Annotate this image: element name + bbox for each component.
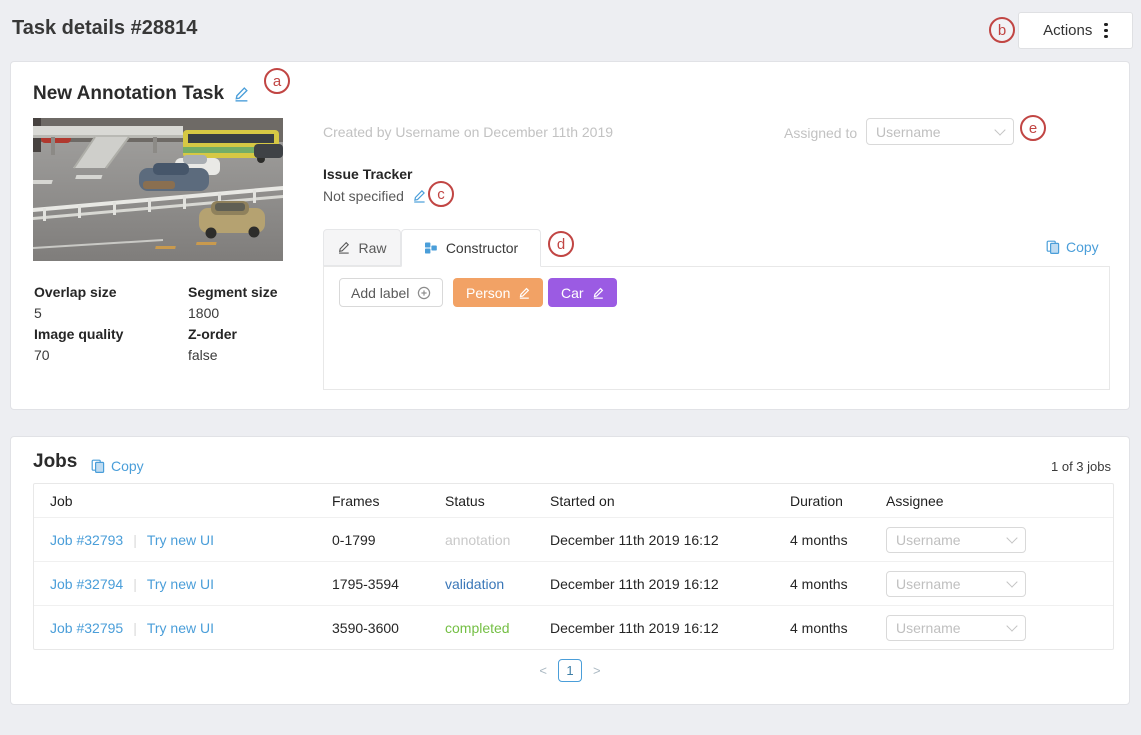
job-started-on: December 11th 2019 16:12 (550, 620, 790, 636)
job-link[interactable]: Job #32794 (50, 576, 123, 592)
annotation-a: a (264, 68, 290, 94)
add-label-button-label: Add label (351, 285, 409, 301)
job-link[interactable]: Job #32795 (50, 620, 123, 636)
col-frames: Frames (332, 493, 445, 509)
job-link-separator: | (133, 576, 137, 592)
job-link-separator: | (133, 532, 137, 548)
chevron-down-icon (1006, 576, 1017, 587)
tab-raw-label: Raw (358, 240, 386, 256)
overlap-size-value: 5 (34, 305, 42, 321)
z-order-label: Z-order (188, 326, 237, 342)
job-assignee-value: Username (896, 576, 961, 592)
job-link-separator: | (133, 620, 137, 636)
annotation-b: b (989, 17, 1015, 43)
job-assignee-value: Username (896, 620, 961, 636)
col-duration: Duration (790, 493, 886, 509)
jobs-table: Job Frames Status Started on Duration As… (33, 483, 1114, 650)
job-frames: 1795-3594 (332, 576, 445, 592)
image-quality-label: Image quality (34, 326, 123, 342)
jobs-count: 1 of 3 jobs (1051, 459, 1111, 474)
vertical-ellipsis-icon (1104, 23, 1108, 39)
assigned-to-label: Assigned to (784, 125, 857, 141)
edit-task-name-icon[interactable] (233, 86, 249, 102)
copy-icon (91, 459, 105, 473)
job-assignee-select[interactable]: Username (886, 527, 1026, 553)
job-started-on: December 11th 2019 16:12 (550, 532, 790, 548)
job-status: annotation (445, 532, 550, 548)
issue-tracker-label: Issue Tracker (323, 166, 413, 182)
job-assignee-value: Username (896, 532, 961, 548)
job-assignee-select[interactable]: Username (886, 571, 1026, 597)
task-name: New Annotation Task (33, 83, 224, 105)
job-duration: 4 months (790, 576, 886, 592)
pagination-next-button[interactable]: > (593, 663, 601, 678)
annotation-c: c (428, 181, 454, 207)
try-new-ui-link[interactable]: Try new UI (147, 576, 214, 592)
plus-circle-icon (417, 286, 431, 300)
col-started-on: Started on (550, 493, 790, 509)
jobs-title: Jobs (33, 451, 77, 473)
copy-jobs-label: Copy (111, 458, 144, 474)
pagination-prev-button[interactable]: < (539, 663, 547, 678)
col-status: Status (445, 493, 550, 509)
job-assignee-select[interactable]: Username (886, 615, 1026, 641)
label-person-name: Person (466, 285, 510, 301)
build-blocks-icon (424, 241, 438, 255)
job-frames: 3590-3600 (332, 620, 445, 636)
label-tag-person[interactable]: Person (453, 278, 543, 307)
job-duration: 4 months (790, 620, 886, 636)
jobs-card: Jobs Copy 1 of 3 jobs Job Frames Status … (10, 436, 1130, 705)
copy-labels-label: Copy (1066, 239, 1099, 255)
task-assignee-value: Username (876, 124, 941, 140)
try-new-ui-link[interactable]: Try new UI (147, 532, 214, 548)
tab-constructor[interactable]: Constructor (401, 229, 541, 267)
z-order-value: false (188, 347, 218, 363)
col-job: Job (50, 493, 332, 509)
task-assignee-select[interactable]: Username (866, 118, 1014, 145)
job-row: Job #32794 | Try new UI 1795-3594 valida… (34, 561, 1113, 605)
job-status: validation (445, 576, 550, 592)
edit-issue-tracker-icon[interactable] (412, 189, 426, 203)
image-quality-value: 70 (34, 347, 50, 363)
job-link[interactable]: Job #32793 (50, 532, 123, 548)
job-started-on: December 11th 2019 16:12 (550, 576, 790, 592)
segment-size-value: 1800 (188, 305, 219, 321)
copy-icon (1046, 240, 1060, 254)
copy-jobs-link[interactable]: Copy (91, 458, 144, 474)
chevron-down-icon (994, 124, 1005, 135)
task-preview-image (33, 118, 283, 261)
jobs-pagination: < 1 > (11, 659, 1129, 682)
actions-button-label: Actions (1043, 22, 1092, 39)
tab-constructor-label: Constructor (446, 240, 518, 256)
page-title: Task details #28814 (12, 17, 197, 40)
jobs-table-header: Job Frames Status Started on Duration As… (34, 484, 1113, 517)
traffic-scene-illustration (33, 118, 283, 261)
pagination-page-1[interactable]: 1 (558, 659, 582, 682)
job-row: Job #32795 | Try new UI 3590-3600 comple… (34, 605, 1113, 649)
edit-label-icon (518, 287, 530, 299)
try-new-ui-link[interactable]: Try new UI (147, 620, 214, 636)
col-assignee: Assignee (886, 493, 1113, 509)
label-car-name: Car (561, 285, 584, 301)
actions-button[interactable]: Actions (1018, 12, 1133, 49)
issue-tracker-value: Not specified (323, 188, 404, 204)
tab-raw[interactable]: Raw (323, 229, 401, 266)
job-status: completed (445, 620, 550, 636)
job-frames: 0-1799 (332, 532, 445, 548)
segment-size-label: Segment size (188, 284, 277, 300)
chevron-down-icon (1006, 620, 1017, 631)
annotation-e: e (1020, 115, 1046, 141)
pencil-icon (337, 241, 350, 254)
copy-labels-link[interactable]: Copy (1046, 239, 1099, 255)
annotation-d: d (548, 231, 574, 257)
edit-label-icon (592, 287, 604, 299)
created-by-text: Created by Username on December 11th 201… (323, 124, 613, 140)
job-row: Job #32793 | Try new UI 0-1799 annotatio… (34, 517, 1113, 561)
overlap-size-label: Overlap size (34, 284, 117, 300)
add-label-button[interactable]: Add label (339, 278, 443, 307)
job-duration: 4 months (790, 532, 886, 548)
label-tag-car[interactable]: Car (548, 278, 617, 307)
chevron-down-icon (1006, 532, 1017, 543)
